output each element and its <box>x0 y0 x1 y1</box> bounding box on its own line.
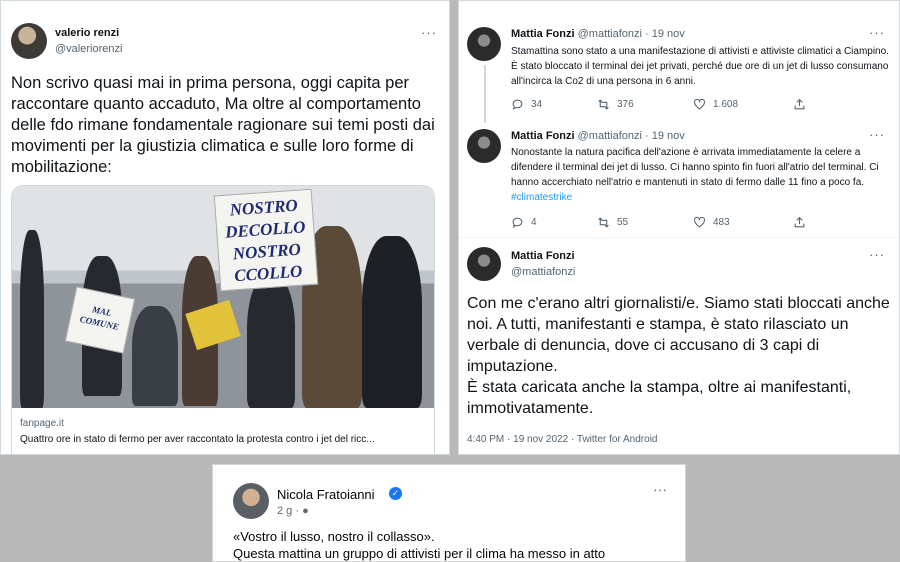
post-text-line: «Vostro il lusso, nostro il collasso». <box>233 529 435 544</box>
tweet-date[interactable]: · 19 nov <box>645 28 685 40</box>
tweet-header: Mattia Fonzi @mattiafonzi · 19 nov <box>511 28 685 40</box>
right-thread-panel: Mattia Fonzi @mattiafonzi · 19 nov ··· S… <box>458 0 900 455</box>
avatar[interactable] <box>467 27 501 61</box>
avatar[interactable] <box>233 483 269 519</box>
tweet-actions: 4 55 483 <box>511 216 806 229</box>
avatar[interactable] <box>467 129 501 163</box>
share-button[interactable] <box>793 98 806 111</box>
like-count: 483 <box>713 217 730 228</box>
divider <box>459 237 899 238</box>
more-options-icon[interactable]: ··· <box>653 481 667 497</box>
post-text-line: Questa mattina un gruppo di attivisti pe… <box>233 546 606 561</box>
tweet-text: Con me c'erano altri giornalisti/e. Siam… <box>467 295 890 417</box>
like-button[interactable]: 1.608 <box>693 98 793 111</box>
post-meta: 2 g · ● <box>277 505 309 517</box>
author-handle[interactable]: @mattiafonzi <box>578 28 642 40</box>
globe-icon: ● <box>302 505 309 517</box>
reply-count: 34 <box>531 99 543 110</box>
reply-button[interactable]: 4 <box>511 216 597 229</box>
share-button[interactable] <box>793 216 806 229</box>
author-name[interactable]: Mattia Fonzi <box>511 28 575 40</box>
retweet-button[interactable]: 376 <box>597 98 693 111</box>
post-time[interactable]: 2 g · <box>277 505 302 517</box>
reply-icon <box>512 217 523 229</box>
retweet-count: 55 <box>617 217 629 228</box>
retweet-icon <box>598 99 609 110</box>
protest-sign: NOSTRO DECOLLO NOSTRO CCOLLO <box>213 188 319 292</box>
card-title[interactable]: Quattro ore in stato di fermo per aver r… <box>20 434 430 445</box>
card-domain: fanpage.it <box>20 418 64 429</box>
avatar[interactable] <box>467 247 501 281</box>
retweet-button[interactable]: 55 <box>597 216 693 229</box>
hashtag-link[interactable]: #climatestrike <box>511 192 572 203</box>
like-count: 1.608 <box>713 99 739 110</box>
facebook-post-panel: Nicola Fratoianni ✓ 2 g · ● ··· «Vostro … <box>212 464 686 562</box>
share-icon <box>794 216 805 228</box>
heart-icon <box>694 216 705 228</box>
reply-icon <box>512 99 523 111</box>
author-handle[interactable]: @mattiafonzi <box>511 266 575 278</box>
more-options-icon[interactable]: ··· <box>869 127 885 142</box>
more-options-icon[interactable]: ··· <box>421 25 437 40</box>
author-name[interactable]: Mattia Fonzi <box>511 250 575 262</box>
protest-photo: NOSTRO DECOLLO NOSTRO CCOLLO MAL COMUNE <box>12 186 434 408</box>
retweet-count: 376 <box>617 99 634 110</box>
tweet-text: Nonostante la natura pacifica dell'azion… <box>511 145 896 205</box>
more-options-icon[interactable]: ··· <box>869 247 885 262</box>
like-button[interactable]: 483 <box>693 216 793 229</box>
author-name[interactable]: Mattia Fonzi <box>511 130 575 142</box>
tweet-body: Nonostante la natura pacifica dell'azion… <box>511 147 879 188</box>
avatar[interactable] <box>11 23 47 59</box>
heart-icon <box>694 98 705 110</box>
tweet-text: Non scrivo quasi mai in prima persona, o… <box>11 74 435 176</box>
tweet-text: Stamattina sono stato a una manifestazio… <box>511 46 889 87</box>
left-tweet-panel: valerio renzi @valeriorenzi ··· Non scri… <box>0 0 450 455</box>
verified-badge-icon: ✓ <box>389 487 402 500</box>
tweet-date[interactable]: · 19 nov <box>645 130 685 142</box>
share-icon <box>794 98 805 110</box>
tweet-actions: 34 376 1.608 <box>511 98 806 111</box>
author-name[interactable]: Nicola Fratoianni <box>277 487 375 502</box>
retweet-icon <box>598 217 609 228</box>
author-name[interactable]: valerio renzi <box>55 27 119 39</box>
tweet-header: Mattia Fonzi @mattiafonzi · 19 nov <box>511 130 685 142</box>
protest-banner: MAL COMUNE <box>64 286 136 354</box>
reply-button[interactable]: 34 <box>511 98 597 111</box>
tweet-timestamp[interactable]: 4:40 PM · 19 nov 2022 · Twitter for Andr… <box>467 434 657 445</box>
author-handle[interactable]: @valeriorenzi <box>55 43 122 55</box>
more-options-icon[interactable]: ··· <box>869 25 885 40</box>
reply-count: 4 <box>531 217 537 228</box>
author-handle[interactable]: @mattiafonzi <box>578 130 642 142</box>
link-card[interactable]: NOSTRO DECOLLO NOSTRO CCOLLO MAL COMUNE … <box>11 185 435 454</box>
thread-line <box>484 65 486 123</box>
